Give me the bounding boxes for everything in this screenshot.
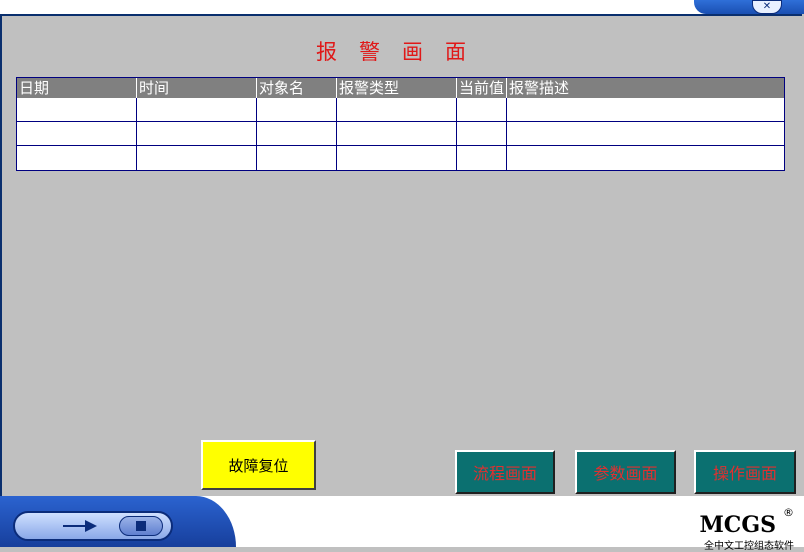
table-cell — [507, 98, 784, 121]
table-cell — [257, 122, 337, 145]
table-cell — [257, 98, 337, 121]
flow-screen-button[interactable]: 流程画面 — [455, 450, 555, 494]
table-header: 日期 时间 对象名 报警类型 当前值 报警描述 — [17, 78, 784, 98]
table-row[interactable] — [17, 146, 784, 170]
table-cell — [337, 122, 457, 145]
title-bar — [0, 0, 804, 14]
table-row[interactable] — [17, 122, 784, 146]
params-screen-button[interactable]: 参数画面 — [575, 450, 676, 494]
column-header-date: 日期 — [17, 78, 137, 98]
play-button[interactable] — [55, 516, 107, 536]
table-cell — [457, 122, 507, 145]
stop-button[interactable] — [119, 516, 163, 536]
table-cell — [257, 146, 337, 170]
table-cell — [137, 98, 257, 121]
table-cell — [17, 122, 137, 145]
title-bar-accent: ✕ — [694, 0, 804, 14]
column-header-time: 时间 — [137, 78, 257, 98]
run-controls — [13, 511, 173, 541]
table-cell — [17, 98, 137, 121]
table-cell — [137, 146, 257, 170]
play-icon — [63, 520, 97, 532]
table-cell — [337, 98, 457, 121]
table-cell — [507, 122, 784, 145]
table-row[interactable] — [17, 98, 784, 122]
app-logo: MCGS — [699, 512, 776, 538]
column-header-object: 对象名 — [257, 78, 337, 98]
page-title: 报警画面 — [316, 40, 488, 64]
table-cell — [337, 146, 457, 170]
column-header-type: 报警类型 — [337, 78, 457, 98]
column-header-value: 当前值 — [457, 78, 507, 98]
table-cell — [457, 146, 507, 170]
fault-reset-button[interactable]: 故障复位 — [201, 440, 316, 490]
close-button[interactable]: ✕ — [752, 0, 782, 14]
table-cell — [17, 146, 137, 170]
alarm-table[interactable]: 日期 时间 对象名 报警类型 当前值 报警描述 — [16, 77, 785, 171]
column-header-desc: 报警描述 — [509, 79, 570, 97]
table-cell — [457, 98, 507, 121]
registered-mark: ® — [783, 506, 794, 519]
close-icon: ✕ — [762, 1, 772, 12]
table-cell — [507, 146, 784, 170]
stop-icon — [136, 521, 146, 531]
operate-screen-button[interactable]: 操作画面 — [694, 450, 796, 494]
table-cell — [137, 122, 257, 145]
app-logo-subtitle: 全中文工控组态软件 — [704, 541, 794, 552]
